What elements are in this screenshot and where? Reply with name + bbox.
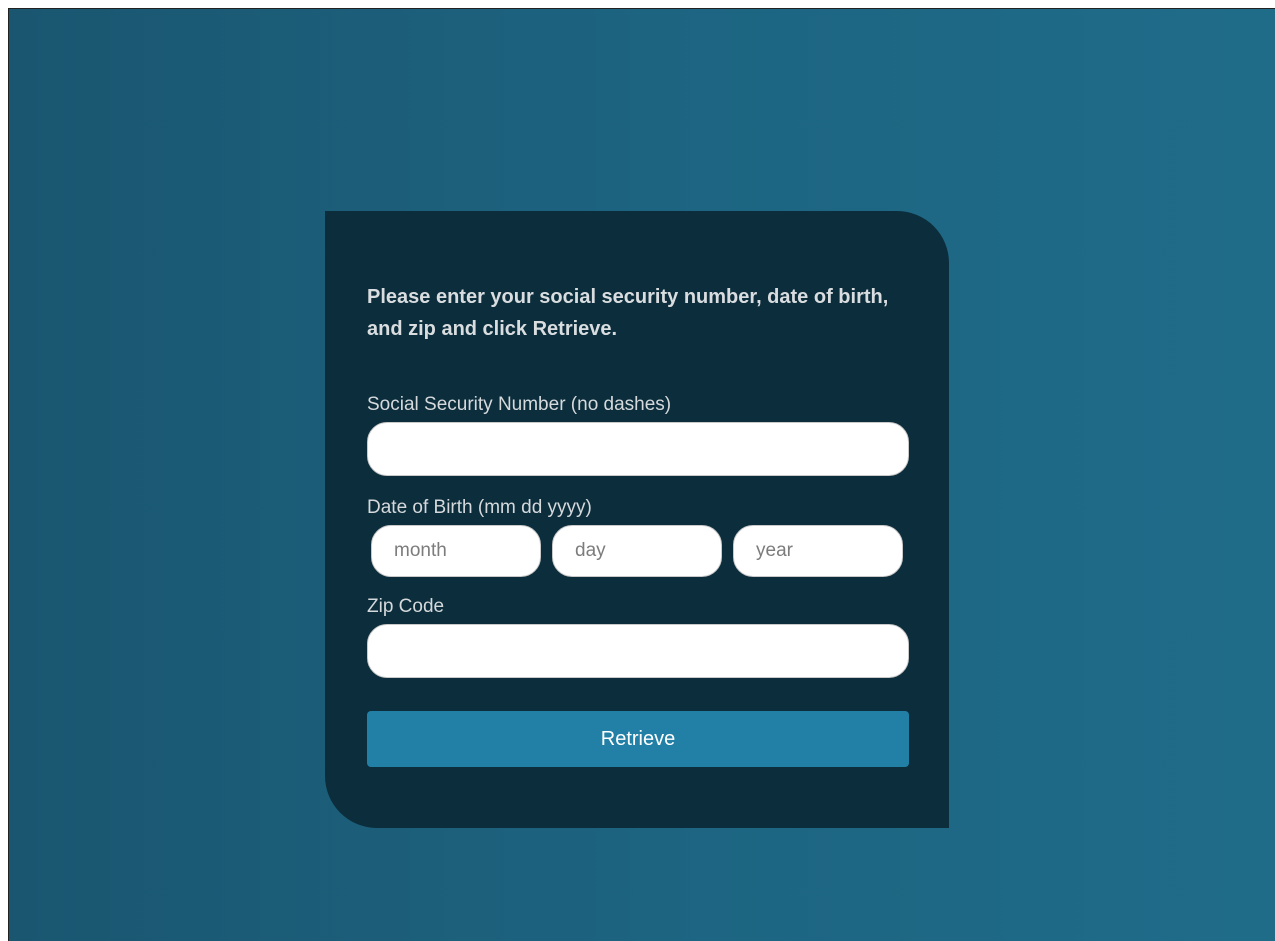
- ssn-label: Social Security Number (no dashes): [367, 394, 672, 415]
- dob-fields: [367, 525, 909, 577]
- dob-year-input[interactable]: [733, 525, 903, 577]
- retrieve-form-card: Please enter your social security number…: [325, 211, 949, 828]
- form-instructions: Please enter your social security number…: [367, 286, 889, 340]
- zip-input[interactable]: [367, 624, 909, 678]
- ssn-input[interactable]: [367, 422, 909, 476]
- retrieve-button[interactable]: Retrieve: [367, 711, 909, 767]
- page-background: Please enter your social security number…: [8, 8, 1275, 941]
- dob-label: Date of Birth (mm dd yyyy): [367, 497, 592, 518]
- zip-label: Zip Code: [367, 596, 445, 617]
- dob-month-input[interactable]: [371, 525, 541, 577]
- dob-day-input[interactable]: [552, 525, 722, 577]
